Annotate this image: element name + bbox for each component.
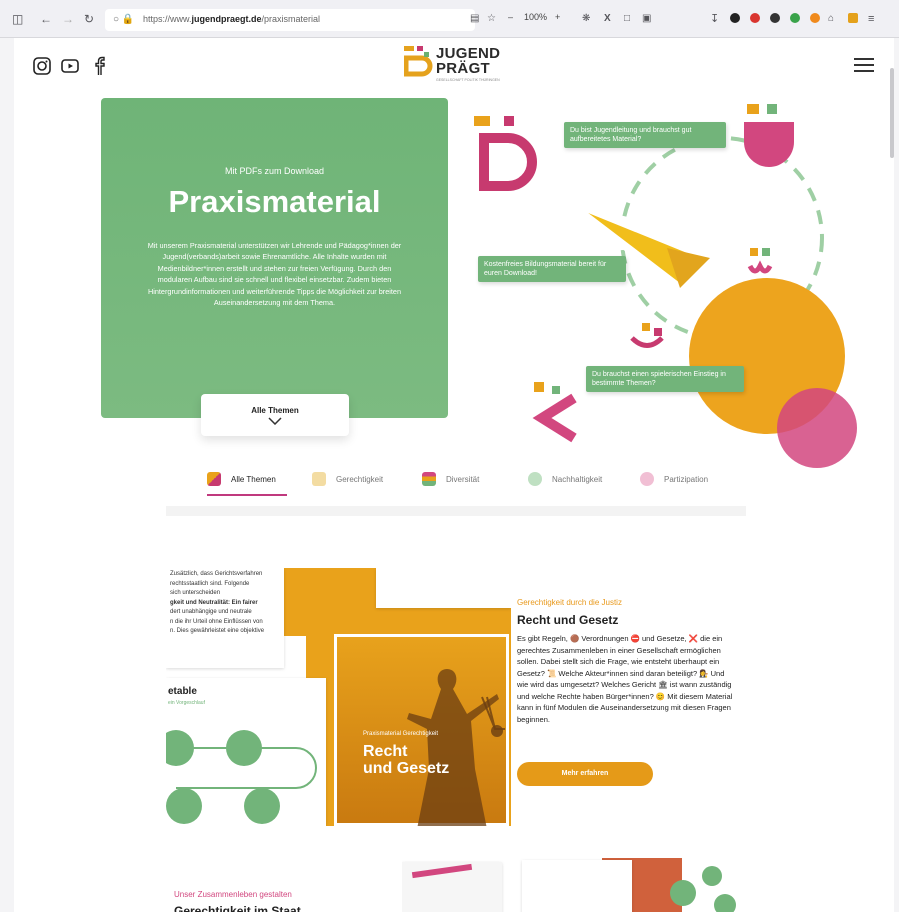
- zoom-in-button[interactable]: +: [555, 12, 560, 22]
- cover-recht-gesetz: Praxismaterial Gerechtigkeit Recht und G…: [334, 634, 509, 826]
- url-prefix: https://www.: [143, 14, 192, 24]
- all-topics-button[interactable]: Alle Themen: [201, 394, 349, 436]
- hero-kicker: Mit PDFs zum Download: [224, 166, 325, 176]
- participation-icon: [640, 472, 654, 486]
- container-icon[interactable]: □: [624, 11, 630, 27]
- more-info-button[interactable]: Mehr erfahren: [517, 762, 653, 786]
- tab-alle-themen[interactable]: Alle Themen: [207, 468, 276, 490]
- card2-title[interactable]: Gerechtigkeit im Staat: [174, 904, 301, 912]
- tabs-divider: [166, 506, 746, 516]
- extension-x-icon[interactable]: X: [604, 11, 611, 27]
- logo-mark-icon: [404, 46, 433, 77]
- menu-icon[interactable]: ≡: [868, 11, 874, 27]
- info-bubble-free-download: Kostenfreies Bildungsmaterial bereit für…: [478, 256, 626, 282]
- youtube-icon[interactable]: [60, 56, 80, 76]
- extension-icon-3[interactable]: [770, 13, 780, 23]
- extension-icon-6[interactable]: [848, 13, 858, 23]
- module-flow-diagram: [166, 730, 317, 824]
- zoom-level[interactable]: 100%: [524, 12, 547, 22]
- tab-label: Diversität: [446, 474, 480, 484]
- tab-label: Nachhaltigkeit: [552, 474, 603, 484]
- hamburger-menu-icon[interactable]: [854, 58, 874, 72]
- logo-text: JUGEND PRÄGT: [436, 46, 500, 76]
- doc-page-text: Zusätzlich, dass Gerichtsverfahren recht…: [166, 568, 284, 668]
- browser-window: ◫ ← → ↻ ○ 🔒 https://www.jugendpraegt.de/…: [0, 0, 899, 912]
- logo-line-2: PRÄGT: [436, 60, 490, 77]
- lock-icon[interactable]: ▣: [642, 11, 651, 27]
- extension-icon-4[interactable]: [790, 13, 800, 23]
- active-tab-indicator: [207, 494, 287, 496]
- browser-toolbar: ◫ ← → ↻ ○ 🔒 https://www.jugendpraegt.de/…: [0, 0, 899, 38]
- tab-label: Partizipation: [664, 474, 709, 484]
- web-page: JUGEND PRÄGT GESELLSCHAFT POLITIK THÜRIN…: [14, 38, 894, 912]
- extension-icon-2[interactable]: [750, 13, 760, 23]
- shield-icon: ○ 🔒: [113, 14, 135, 25]
- url-bar[interactable]: ○ 🔒 https://www.jugendpraegt.de/praxisma…: [105, 9, 475, 31]
- extension-gear-icon[interactable]: ❋: [582, 11, 590, 27]
- zoom-out-button[interactable]: –: [508, 12, 513, 22]
- logo-subline: GESELLSCHAFT POLITIK THÜRINGEN: [436, 78, 500, 82]
- tab-nachhaltigkeit[interactable]: Nachhaltigkeit: [528, 468, 602, 490]
- back-icon[interactable]: ←: [40, 11, 52, 27]
- extension-icon-5[interactable]: [810, 13, 820, 23]
- reload-icon[interactable]: ↻: [84, 11, 94, 27]
- url-domain: jugendpraegt.de: [191, 14, 262, 24]
- card-kicker: Gerechtigkeit durch die Justiz: [517, 598, 622, 607]
- tab-label: Gerechtigkeit: [336, 474, 384, 484]
- topic-tabs: Alle Themen Gerechtigkeit Diversität Nac…: [166, 458, 746, 498]
- tab-gerechtigkeit[interactable]: Gerechtigkeit: [312, 468, 383, 490]
- diversity-flag-icon: [422, 472, 436, 486]
- recycle-icon: [528, 472, 542, 486]
- pink-blur-sphere: [777, 388, 857, 468]
- card-title[interactable]: Recht und Gesetz: [517, 613, 618, 627]
- cover-kicker: Praxismaterial Gerechtigkeit: [363, 731, 439, 737]
- facebook-icon[interactable]: [90, 56, 110, 76]
- bookmark-star-icon[interactable]: ☆: [487, 11, 496, 27]
- doc-page-top: [376, 568, 511, 608]
- extension-icon-1[interactable]: [730, 13, 740, 23]
- download-icon[interactable]: ↧: [710, 11, 719, 27]
- tab-label: Alle Themen: [231, 474, 276, 484]
- sidebar-toggle-icon[interactable]: ◫: [12, 11, 23, 27]
- tab-partizipation[interactable]: Partizipation: [640, 468, 708, 490]
- cover-title: Recht und Gesetz: [363, 743, 450, 777]
- site-logo[interactable]: JUGEND PRÄGT GESELLSCHAFT POLITIK THÜRIN…: [404, 44, 514, 86]
- url-path: /praxismaterial: [261, 14, 321, 24]
- forward-icon[interactable]: →: [62, 11, 74, 27]
- hero-illustration: [474, 104, 857, 468]
- info-bubble-playful-entry: Du brauchst einen spielerischen Einstieg…: [586, 366, 744, 392]
- instagram-icon[interactable]: [32, 56, 52, 76]
- justice-scale-icon: [312, 472, 326, 486]
- tab-diversitaet[interactable]: Diversität: [422, 468, 479, 490]
- hero-panel: Mit PDFs zum Download Praxismaterial Mit…: [101, 98, 448, 418]
- card-description: Es gibt Regeln, 🟤 Verordnungen ⛔ und Ges…: [517, 634, 733, 724]
- hero-description: Mit unserem Praxismaterial unterstützen …: [147, 241, 402, 308]
- doc-page-table: etable ein Vorgeschlauf: [166, 678, 326, 826]
- info-bubble-youth-leaders: Du bist Jugendleitung und brauchst gut a…: [564, 122, 726, 148]
- home-icon[interactable]: ⌂: [828, 11, 834, 27]
- all-topics-icon: [207, 472, 221, 486]
- all-topics-label: Alle Themen: [251, 406, 299, 415]
- reader-view-icon[interactable]: ▤: [470, 11, 479, 27]
- page-title: Praxismaterial: [168, 184, 381, 219]
- card2-kicker: Unser Zusammenleben gestalten: [174, 890, 292, 899]
- card2-image[interactable]: [402, 858, 747, 912]
- card-recht-gesetz-image[interactable]: Zusätzlich, dass Gerichtsverfahren recht…: [166, 568, 511, 826]
- chevron-down-icon: [268, 417, 282, 425]
